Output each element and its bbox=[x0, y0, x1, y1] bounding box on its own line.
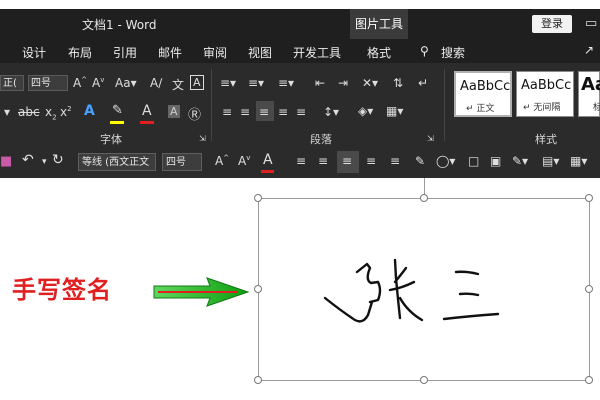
signature-stroke bbox=[442, 312, 500, 321]
signature-stroke bbox=[323, 296, 374, 323]
handwritten-signature bbox=[153, 258, 500, 323]
signature-label: 手写签名 bbox=[12, 276, 112, 304]
signature-stroke bbox=[388, 280, 416, 292]
signature-stroke bbox=[355, 262, 382, 304]
signature-stroke bbox=[458, 292, 480, 297]
signature-stroke bbox=[398, 296, 424, 322]
signature-stroke bbox=[454, 270, 480, 276]
